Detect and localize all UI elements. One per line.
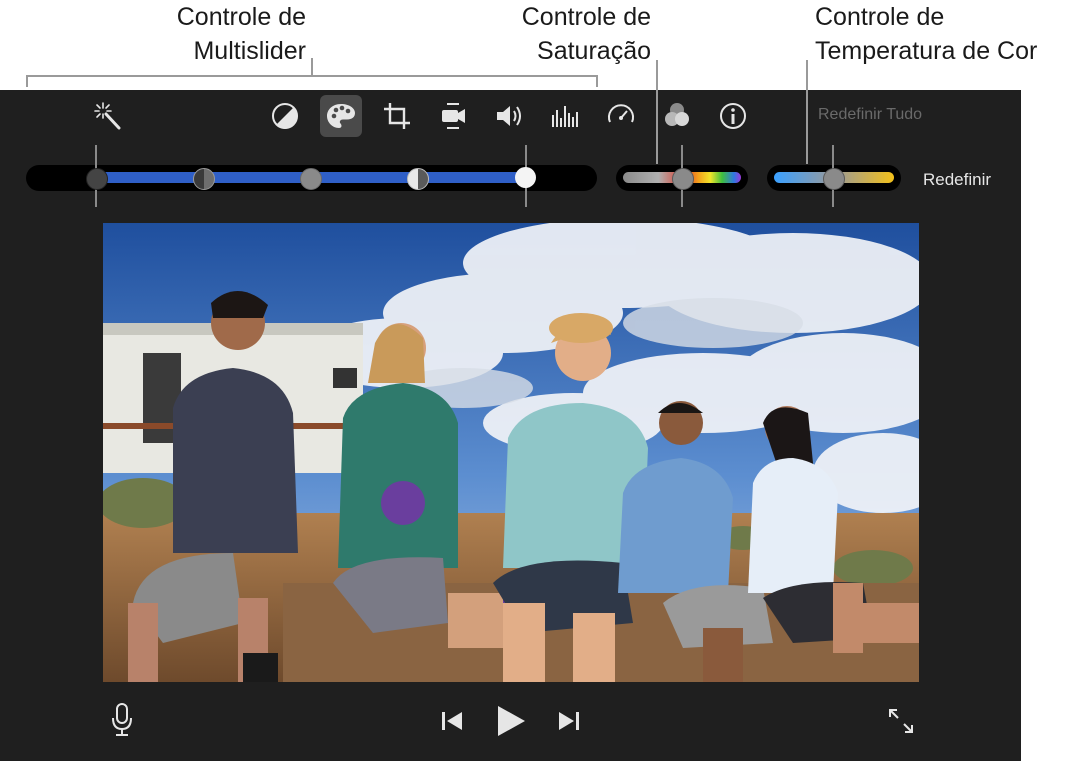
crop-icon (384, 103, 410, 129)
temperature-callout: Controle de Temperatura de Cor (815, 0, 1085, 68)
multislider-bracket (26, 75, 598, 77)
volume-button[interactable] (488, 95, 530, 137)
temperature-leader-line (806, 60, 808, 164)
color-balance-button[interactable] (264, 95, 306, 137)
filter-button[interactable] (656, 95, 698, 137)
temperature-callout-line2: Temperatura de Cor (815, 37, 1038, 65)
skip-forward-icon (559, 712, 579, 730)
info-button[interactable] (712, 95, 754, 137)
volume-icon (497, 106, 521, 126)
reset-button[interactable]: Redefinir (923, 170, 991, 190)
shadows-handle[interactable] (193, 168, 215, 190)
speed-button[interactable] (600, 95, 642, 137)
palette-icon (327, 104, 355, 128)
skip-back-icon (442, 712, 462, 730)
multislider-bracket-right (596, 75, 598, 87)
reset-all-button[interactable]: Redefinir Tudo (818, 106, 922, 124)
equalizer-button[interactable] (544, 95, 586, 137)
video-viewer (103, 223, 919, 682)
info-icon (720, 103, 746, 129)
color-correction-button[interactable] (320, 95, 362, 137)
crop-button[interactable] (376, 95, 418, 137)
midtones-handle[interactable] (300, 168, 322, 190)
skip-forward-button[interactable] (554, 706, 584, 736)
magic-wand-button[interactable] (87, 95, 129, 137)
video-frame-image (103, 223, 919, 682)
white-point-handle[interactable] (515, 167, 536, 188)
skip-back-button[interactable] (437, 706, 467, 736)
voiceover-button[interactable] (105, 700, 139, 740)
black-point-handle[interactable] (86, 168, 108, 190)
multislider-callout: Controle de Multislider (100, 0, 306, 68)
speed-icon (608, 104, 634, 123)
play-button[interactable] (491, 700, 531, 742)
microphone-icon (112, 703, 132, 736)
multislider-bracket-stem (311, 58, 313, 75)
saturation-handle[interactable] (672, 168, 694, 190)
multislider-callout-line2: Multislider (193, 37, 306, 65)
stabilization-icon (442, 103, 465, 129)
temperature-handle[interactable] (823, 168, 845, 190)
multislider-callout-line1: Controle de (176, 3, 306, 31)
temperature-callout-line1: Controle de (815, 3, 945, 31)
fullscreen-icon (889, 709, 913, 733)
multislider-bracket-left (26, 75, 28, 87)
magic-wand-icon (94, 102, 121, 130)
fullscreen-button[interactable] (884, 704, 918, 738)
highlights-handle[interactable] (407, 168, 429, 190)
saturation-callout: Controle de Saturação (440, 0, 651, 68)
play-icon (498, 706, 525, 736)
saturation-callout-line1: Controle de (521, 3, 651, 31)
color-balance-icon (272, 103, 298, 129)
filter-icon (665, 103, 689, 126)
equalizer-icon (552, 106, 578, 127)
stabilization-button[interactable] (432, 95, 474, 137)
saturation-callout-line2: Saturação (537, 37, 651, 65)
